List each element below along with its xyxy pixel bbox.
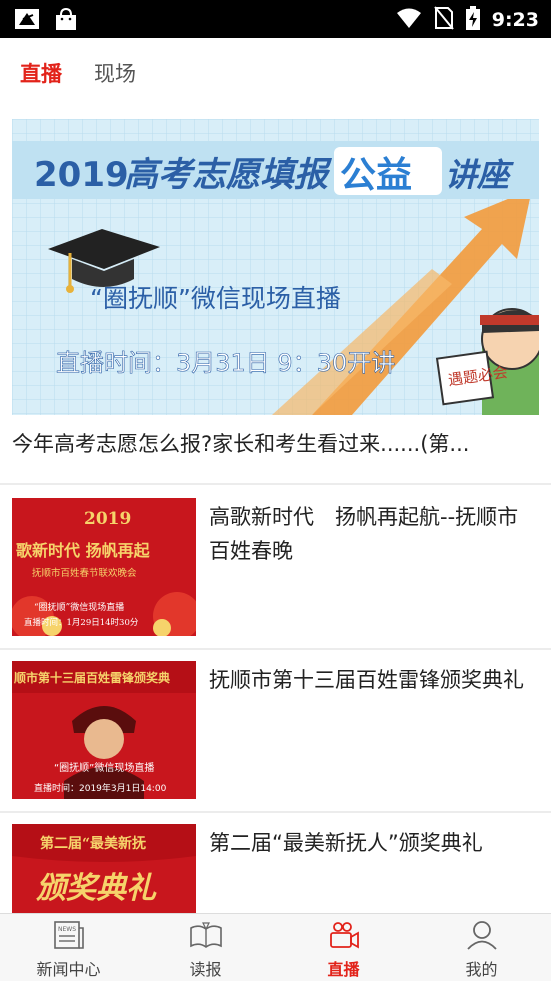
- battery-charging-icon: [465, 6, 480, 34]
- thumb-line4: 直播时间：1月29日14时30分: [24, 617, 139, 628]
- nav-label: 读报: [189, 960, 222, 979]
- no-sim-icon: [433, 6, 454, 34]
- banner-year: 2019: [34, 155, 129, 195]
- thumb-line2: “圈抚顺”微信现场直播: [54, 761, 154, 774]
- nav-read-paper[interactable]: 读报: [137, 914, 274, 981]
- hero-banner-art: 2019 高考志愿填报 公益 讲座 “圈抚顺”微信现场直播 直播时间：3月31日…: [12, 119, 539, 415]
- newspaper-icon: NEWS: [53, 920, 85, 954]
- thumb-line2: 抚顺市百姓春节联欢晚会: [32, 567, 137, 579]
- news-title[interactable]: 抚顺市第十三届百姓雷锋颁奖典礼: [209, 663, 539, 697]
- open-book-icon: [189, 920, 223, 954]
- nav-label: 我的: [465, 960, 498, 979]
- banner-title-a: 高考志愿填报: [124, 155, 333, 195]
- news-item[interactable]: 第二届“最美新抚 颁奖典礼 第二届“最美新抚人”颁奖典礼: [0, 814, 551, 913]
- nav-label: 新闻中心: [36, 960, 101, 979]
- banner-subtitle: “圈抚顺”微信现场直播: [90, 284, 341, 313]
- news-thumbnail: 第二届“最美新抚 颁奖典礼: [12, 824, 196, 913]
- news-thumbnail: 顺市第十三届百姓雷锋颁奖典 “圈抚顺”微信现场直播 直播时间：2019年3月1日…: [12, 661, 196, 799]
- clock-time: 9:23: [491, 9, 539, 31]
- video-camera-icon: [328, 920, 360, 954]
- news-item[interactable]: 2019 歌新时代 扬帆再起 抚顺市百姓春节联欢晚会 “圈抚顺”微信现场直播 直…: [0, 488, 551, 640]
- wifi-icon: [396, 7, 422, 33]
- nav-live[interactable]: 直播: [275, 914, 412, 981]
- svg-text:NEWS: NEWS: [58, 926, 76, 933]
- tab-scene[interactable]: 现场: [94, 58, 136, 88]
- thumb-line3: “圈抚顺”微信现场直播: [34, 601, 124, 613]
- news-thumbnail: 2019 歌新时代 扬帆再起 抚顺市百姓春节联欢晚会 “圈抚顺”微信现场直播 直…: [12, 498, 196, 636]
- hero-banner[interactable]: 2019 高考志愿填报 公益 讲座 “圈抚顺”微信现场直播 直播时间：3月31日…: [12, 119, 539, 415]
- person-icon: [466, 920, 498, 954]
- thumb-year: 2019: [84, 509, 131, 529]
- nav-news-center[interactable]: NEWS 新闻中心: [0, 914, 137, 981]
- thumb-line1: 歌新时代 扬帆再起: [16, 541, 151, 560]
- top-tabs: 直播 现场: [0, 38, 551, 108]
- nav-mine[interactable]: 我的: [413, 914, 550, 981]
- tab-live[interactable]: 直播: [20, 58, 62, 88]
- thumb-line1: 顺市第十三届百姓雷锋颁奖典: [14, 670, 170, 685]
- app-notification-icon: [14, 7, 40, 35]
- banner-title-b: 公益: [340, 155, 412, 196]
- shopping-bag-icon: [54, 7, 78, 35]
- news-item[interactable]: 顺市第十三届百姓雷锋颁奖典 “圈抚顺”微信现场直播 直播时间：2019年3月1日…: [0, 651, 551, 803]
- nav-label: 直播: [327, 960, 360, 979]
- divider: [0, 811, 551, 813]
- hero-caption[interactable]: 今年高考志愿怎么报?家长和考生看过来......(第...: [12, 428, 539, 458]
- bottom-navigation: NEWS 新闻中心 读报 直播 我的: [0, 913, 551, 981]
- banner-title-c: 讲座: [445, 156, 514, 194]
- divider: [0, 483, 551, 485]
- divider: [0, 648, 551, 650]
- thumb-line1: 第二届“最美新抚: [40, 835, 146, 852]
- news-title[interactable]: 高歌新时代 扬帆再起航--抚顺市百姓春晚: [209, 500, 539, 568]
- thumb-line2: 颁奖典礼: [36, 871, 157, 906]
- news-title[interactable]: 第二届“最美新抚人”颁奖典礼: [209, 826, 539, 860]
- banner-time: 直播时间：3月31日 9：30开讲: [56, 349, 395, 377]
- status-bar: 9:23: [0, 0, 551, 38]
- thumb-line3: 直播时间：2019年3月1日14:00: [34, 782, 167, 794]
